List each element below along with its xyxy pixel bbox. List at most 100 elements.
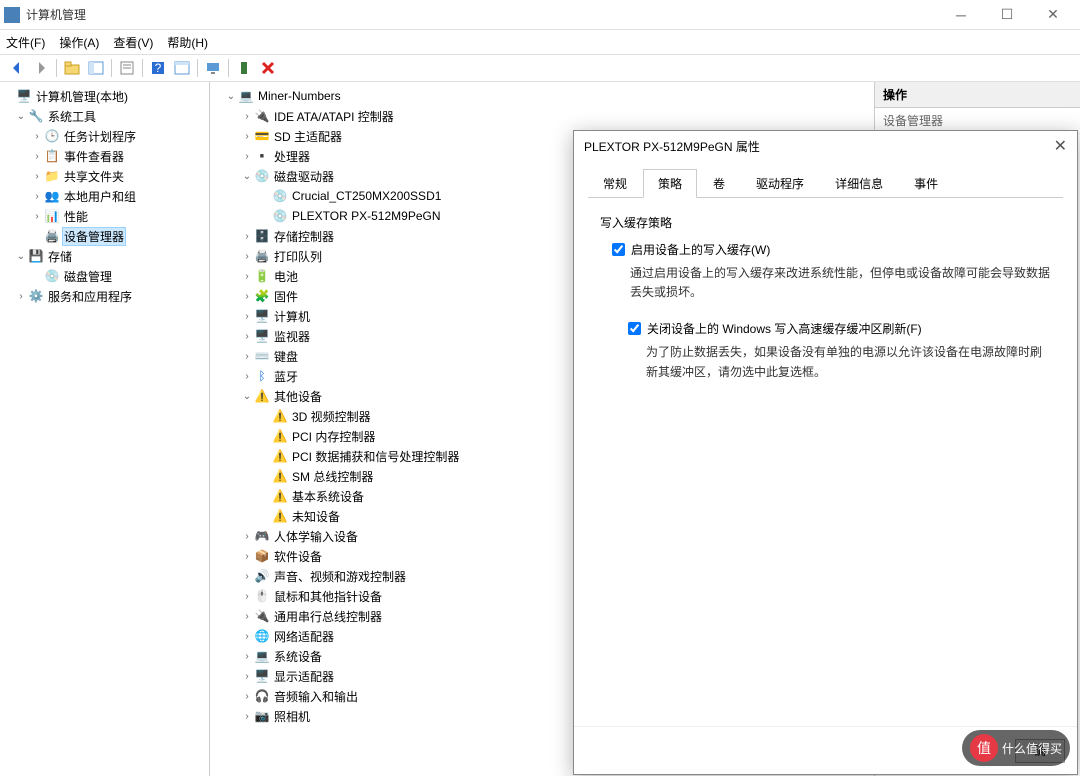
dev-ide[interactable]: IDE ATA/ATAPI 控制器 xyxy=(272,107,396,126)
dev-pcidata[interactable]: PCI 数据捕获和信号处理控制器 xyxy=(290,447,461,466)
maximize-button[interactable]: ☐ xyxy=(984,0,1030,30)
menu-view[interactable]: 查看(V) xyxy=(113,34,153,51)
dev-computer[interactable]: 计算机 xyxy=(272,307,312,326)
view-button[interactable] xyxy=(171,57,193,79)
dev-sd[interactable]: SD 主适配器 xyxy=(272,127,344,146)
dev-basesys[interactable]: 基本系统设备 xyxy=(290,487,366,506)
toolbar: ? xyxy=(0,54,1080,82)
left-tree-pane[interactable]: 🖥️计算机管理(本地) ⌄🔧系统工具 ›🕒任务计划程序 ›📋事件查看器 ›📁共享… xyxy=(0,82,210,776)
menu-help[interactable]: 帮助(H) xyxy=(167,34,208,51)
tree-storage[interactable]: 存储 xyxy=(46,247,74,266)
menu-action[interactable]: 操作(A) xyxy=(59,34,99,51)
dev-soft[interactable]: 软件设备 xyxy=(272,547,324,566)
tree-eventviewer[interactable]: 事件查看器 xyxy=(62,147,126,166)
tree-systools[interactable]: 系统工具 xyxy=(46,107,98,126)
tab-volumes[interactable]: 卷 xyxy=(698,169,740,198)
dev-firmware[interactable]: 固件 xyxy=(272,287,300,306)
help-button[interactable]: ? xyxy=(147,57,169,79)
dev-monitor[interactable]: 监视器 xyxy=(272,327,312,346)
dev-keyboard[interactable]: 键盘 xyxy=(272,347,300,366)
tab-policy[interactable]: 策略 xyxy=(643,169,697,198)
dev-display[interactable]: 显示适配器 xyxy=(272,667,336,686)
computer-icon: 🖥️ xyxy=(254,308,270,324)
dev-plextor[interactable]: PLEXTOR PX-512M9PeGN xyxy=(290,208,443,224)
wrench-icon: 🔧 xyxy=(28,108,44,124)
dev-hid[interactable]: 人体学输入设备 xyxy=(272,527,360,546)
tab-driver[interactable]: 驱动程序 xyxy=(741,169,819,198)
forward-button[interactable] xyxy=(30,57,52,79)
usb-icon: 🔌 xyxy=(254,608,270,624)
dev-cpu[interactable]: 处理器 xyxy=(272,147,312,166)
dialog-close-button[interactable]: ✕ xyxy=(1054,136,1067,156)
computer-management-icon: 🖥️ xyxy=(16,88,32,104)
dev-printq[interactable]: 打印队列 xyxy=(272,247,324,266)
dev-sound[interactable]: 声音、视频和游戏控制器 xyxy=(272,567,408,586)
dev-sysdev[interactable]: 系统设备 xyxy=(272,647,324,666)
services-icon: ⚙️ xyxy=(28,288,44,304)
dev-camera[interactable]: 照相机 xyxy=(272,707,312,726)
dev-crucial[interactable]: Crucial_CT250MX200SSD1 xyxy=(290,188,443,204)
enable-write-cache-checkbox[interactable] xyxy=(612,243,625,256)
window-title: 计算机管理 xyxy=(26,6,938,23)
disk-item-icon: 💿 xyxy=(272,208,288,224)
delete-button[interactable] xyxy=(257,57,279,79)
tree-root[interactable]: 计算机管理(本地) xyxy=(34,87,130,106)
watermark-icon: 值 xyxy=(970,734,998,762)
disable-flush-label[interactable]: 关闭设备上的 Windows 写入高速缓存缓冲区刷新(F) xyxy=(647,320,922,337)
cpu-icon: ▪️ xyxy=(254,148,270,164)
dev-mouse[interactable]: 鼠标和其他指针设备 xyxy=(272,587,384,606)
event-icon: 📋 xyxy=(44,148,60,164)
battery-icon: 🔋 xyxy=(254,268,270,284)
tree-shared[interactable]: 共享文件夹 xyxy=(62,167,126,186)
tree-perf[interactable]: 性能 xyxy=(62,207,90,226)
up-button[interactable] xyxy=(61,57,83,79)
menu-file[interactable]: 文件(F) xyxy=(6,34,45,51)
tree-scheduler[interactable]: 任务计划程序 xyxy=(62,127,138,146)
enable-write-cache-label[interactable]: 启用设备上的写入缓存(W) xyxy=(631,241,770,258)
pc-icon: 💻 xyxy=(238,88,254,104)
diskdrive-icon: 💿 xyxy=(254,168,270,184)
watermark-text: 什么值得买 xyxy=(1002,740,1062,757)
svg-text:?: ? xyxy=(155,61,162,75)
disk-icon: 💿 xyxy=(44,268,60,284)
disable-flush-checkbox[interactable] xyxy=(628,322,641,335)
dev-audio[interactable]: 音频输入和输出 xyxy=(272,687,360,706)
storage-controller-icon: 🗄️ xyxy=(254,228,270,244)
hid-icon: 🎮 xyxy=(254,528,270,544)
write-cache-policy-label: 写入缓存策略 xyxy=(600,214,1051,231)
window-controls: ─ ☐ ✕ xyxy=(938,0,1076,30)
monitor-icon: 🖥️ xyxy=(254,328,270,344)
dev-storctrl[interactable]: 存储控制器 xyxy=(272,227,336,246)
tab-details[interactable]: 详细信息 xyxy=(820,169,898,198)
tree-services[interactable]: 服务和应用程序 xyxy=(46,287,134,306)
menubar: 文件(F) 操作(A) 查看(V) 帮助(H) xyxy=(0,30,1080,54)
printer-icon: 🖨️ xyxy=(254,248,270,264)
dev-net[interactable]: 网络适配器 xyxy=(272,627,336,646)
dev-bluetooth[interactable]: 蓝牙 xyxy=(272,367,300,386)
dialog-tabs: 常规 策略 卷 驱动程序 详细信息 事件 xyxy=(588,169,1063,198)
storage-icon: 💾 xyxy=(28,248,44,264)
monitor-icon[interactable] xyxy=(202,57,224,79)
tree-devmgr[interactable]: 设备管理器 xyxy=(62,227,126,246)
dev-root[interactable]: Miner-Numbers xyxy=(256,88,343,104)
show-hide-tree-button[interactable] xyxy=(85,57,107,79)
dev-diskdrv[interactable]: 磁盘驱动器 xyxy=(272,167,336,186)
tab-general[interactable]: 常规 xyxy=(588,169,642,198)
warning-icon: ⚠️ xyxy=(272,468,288,484)
tab-events[interactable]: 事件 xyxy=(899,169,953,198)
tree-diskmgmt[interactable]: 磁盘管理 xyxy=(62,267,114,286)
dev-vid3d[interactable]: 3D 视频控制器 xyxy=(290,407,373,426)
dev-otherdev[interactable]: 其他设备 xyxy=(272,387,324,406)
properties-button[interactable] xyxy=(116,57,138,79)
minimize-button[interactable]: ─ xyxy=(938,0,984,30)
tree-localusers[interactable]: 本地用户和组 xyxy=(62,187,138,206)
dev-pcimem[interactable]: PCI 内存控制器 xyxy=(290,427,377,446)
warning-icon: ⚠️ xyxy=(272,508,288,524)
back-button[interactable] xyxy=(6,57,28,79)
dev-unknown[interactable]: 未知设备 xyxy=(290,507,342,526)
device-icon[interactable] xyxy=(233,57,255,79)
dev-battery[interactable]: 电池 xyxy=(272,267,300,286)
dev-usb[interactable]: 通用串行总线控制器 xyxy=(272,607,384,626)
dev-smbus[interactable]: SM 总线控制器 xyxy=(290,467,375,486)
close-button[interactable]: ✕ xyxy=(1030,0,1076,30)
